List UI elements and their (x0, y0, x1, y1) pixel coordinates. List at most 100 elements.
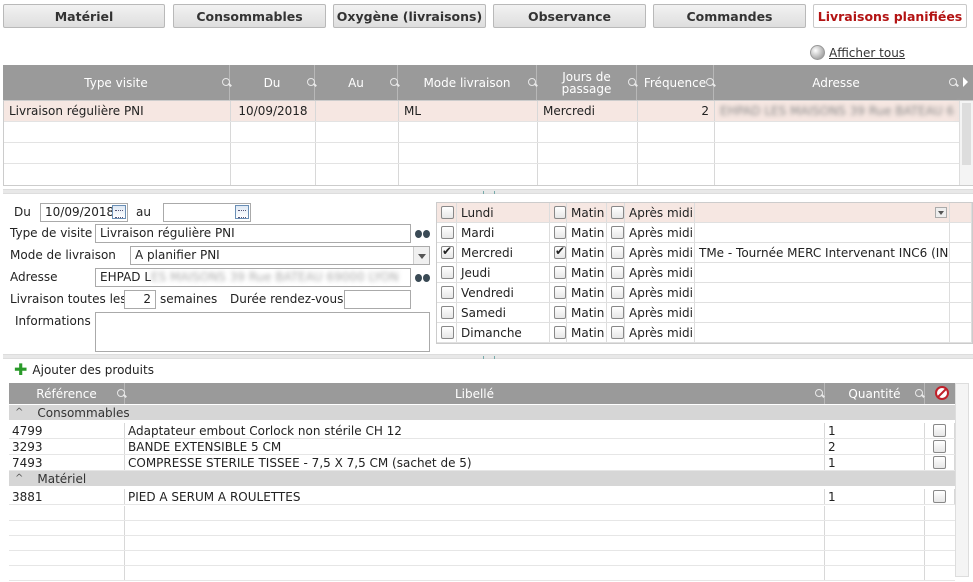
binoculars-icon[interactable] (415, 227, 431, 239)
checkbox-icon[interactable] (441, 244, 454, 259)
checkbox-icon[interactable] (611, 326, 624, 339)
duree-field[interactable] (344, 290, 411, 309)
col-quantite[interactable]: Quantité (825, 383, 925, 404)
chevron-up-icon[interactable]: ^ (15, 473, 23, 484)
checkbox-icon[interactable] (441, 306, 454, 319)
col-libelle[interactable]: Libellé (125, 383, 825, 404)
checkbox-icon[interactable] (554, 244, 566, 259)
checkbox-icon[interactable] (554, 286, 566, 299)
col-mode-livraison[interactable]: Mode livraison (398, 65, 537, 100)
table-row (4, 122, 972, 143)
cell-au (316, 101, 399, 121)
checkbox-icon[interactable] (554, 226, 566, 239)
tournee-cell[interactable] (695, 323, 950, 342)
calendar-icon[interactable] (112, 205, 126, 219)
group-label: Matériel (37, 471, 87, 486)
checkbox-icon[interactable] (933, 440, 946, 453)
tab-commandes[interactable]: Commandes (653, 4, 806, 28)
type-visite-field[interactable]: Livraison régulière PNI (95, 224, 411, 243)
col-frequence[interactable]: Fréquence (637, 65, 714, 100)
table-row[interactable]: 7493 COMPRESSE STERILE TISSEE - 7,5 X 7,5… (9, 455, 955, 471)
tab-observance[interactable]: Observance (493, 4, 646, 28)
col-au[interactable]: Au (315, 65, 398, 100)
checkbox-icon[interactable] (554, 326, 566, 339)
splitter-top[interactable] (3, 189, 973, 194)
checkbox-icon[interactable] (554, 206, 566, 219)
table-row[interactable]: 3293 BANDE EXTENSIBLE 5 CM 2 (9, 439, 955, 455)
search-icon[interactable] (915, 389, 925, 399)
table-row[interactable]: Livraison régulière PNI 10/09/2018 ML Me… (4, 101, 972, 122)
tournee-cell[interactable] (695, 283, 950, 302)
checkbox-icon[interactable] (611, 306, 624, 319)
vertical-scrollbar[interactable] (955, 383, 969, 577)
tab-consommables[interactable]: Consommables (173, 4, 326, 28)
group-header[interactable]: ^ Consommables (9, 405, 955, 420)
chevron-down-icon[interactable] (935, 207, 947, 218)
tab-oxygene[interactable]: Oxygène (livraisons) (333, 4, 486, 28)
cell-select (925, 489, 955, 504)
checkbox-icon[interactable] (441, 226, 454, 239)
table-row (9, 521, 955, 536)
day-row: Vendredi Matin Après midi (437, 283, 972, 303)
col-jours-passage[interactable]: Jours de passage (537, 65, 637, 100)
checkbox-icon[interactable] (611, 246, 624, 259)
checkbox-icon[interactable] (933, 456, 946, 469)
cell-empty (125, 566, 825, 580)
apres-midi-checkbox (607, 263, 625, 282)
checkbox-icon[interactable] (611, 266, 624, 279)
cell-empty (825, 551, 925, 565)
adresse-hidden: ES MAISONS 39 Rue BATEAU 69000 LYON (151, 270, 399, 284)
checkbox-icon[interactable] (611, 286, 624, 299)
tab-materiel[interactable]: Matériel (3, 4, 165, 28)
cell-empty (231, 164, 316, 185)
cell-empty (825, 566, 925, 580)
table-row[interactable]: 3881 PIED A SERUM A ROULETTES 1 (9, 489, 955, 505)
col-du[interactable]: Du (230, 65, 315, 100)
search-icon[interactable] (949, 78, 959, 88)
binoculars-icon[interactable] (415, 271, 431, 283)
chevron-up-icon[interactable]: ^ (15, 407, 23, 418)
chevron-down-icon[interactable] (413, 247, 429, 264)
tournee-cell[interactable] (695, 203, 950, 222)
vertical-scrollbar[interactable] (959, 101, 973, 185)
search-icon[interactable] (815, 389, 825, 399)
checkbox-icon[interactable] (554, 306, 566, 319)
checkbox-icon[interactable] (441, 206, 454, 219)
table-row[interactable]: 4799 Adaptateur embout Corlock non stéril… (9, 423, 955, 439)
mode-livraison-select[interactable]: A planifier PNI (130, 246, 430, 265)
col-type-visite[interactable]: Type visite (3, 65, 230, 100)
informations-textarea[interactable] (95, 312, 430, 352)
checkbox-icon[interactable] (933, 424, 946, 437)
show-all-label[interactable]: Afficher tous (829, 46, 905, 60)
checkbox-icon[interactable] (441, 326, 454, 339)
group-header[interactable]: ^ Matériel (9, 471, 955, 486)
add-products-button[interactable]: ✚ Ajouter des produits (14, 362, 154, 378)
type-visite-label: Type de visite (10, 226, 93, 240)
col-reference[interactable]: Référence (9, 383, 125, 404)
adresse-field[interactable]: EHPAD LES MAISONS 39 Rue BATEAU 69000 LY… (95, 268, 411, 287)
col-adresse[interactable]: Adresse (714, 65, 958, 100)
tournee-cell[interactable] (695, 303, 950, 322)
tournee-extra (950, 203, 972, 222)
calendar-icon[interactable] (235, 205, 249, 219)
scrollbar-thumb[interactable] (962, 103, 971, 165)
checkbox-icon[interactable] (611, 206, 624, 219)
show-all-link[interactable]: Afficher tous (810, 45, 905, 60)
splitter-bottom[interactable] (3, 354, 973, 359)
checkbox-icon[interactable] (441, 286, 454, 299)
checkbox-icon[interactable] (611, 226, 624, 239)
cell-libelle: COMPRESSE STERILE TISSEE - 7,5 X 7,5 CM … (125, 455, 825, 470)
tournee-cell[interactable] (695, 223, 950, 242)
apres-midi-label: Après midi (625, 243, 695, 262)
products-grid-header: Référence Libellé Quantité (9, 383, 955, 404)
tournee-cell[interactable] (695, 263, 950, 282)
no-entry-icon[interactable] (935, 386, 949, 400)
scroll-right-icon[interactable] (963, 77, 968, 87)
tournee-cell[interactable]: TMe - Tournée MERC Intervenant INC6 (INC (695, 243, 950, 262)
frequence-field[interactable]: 2 (124, 290, 156, 309)
checkbox-icon[interactable] (554, 266, 566, 279)
checkbox-icon[interactable] (933, 490, 946, 503)
matin-label: Matin (567, 243, 607, 262)
tab-livraisons-planifiees[interactable]: Livraisons planifiées (813, 4, 967, 28)
checkbox-icon[interactable] (441, 266, 454, 279)
